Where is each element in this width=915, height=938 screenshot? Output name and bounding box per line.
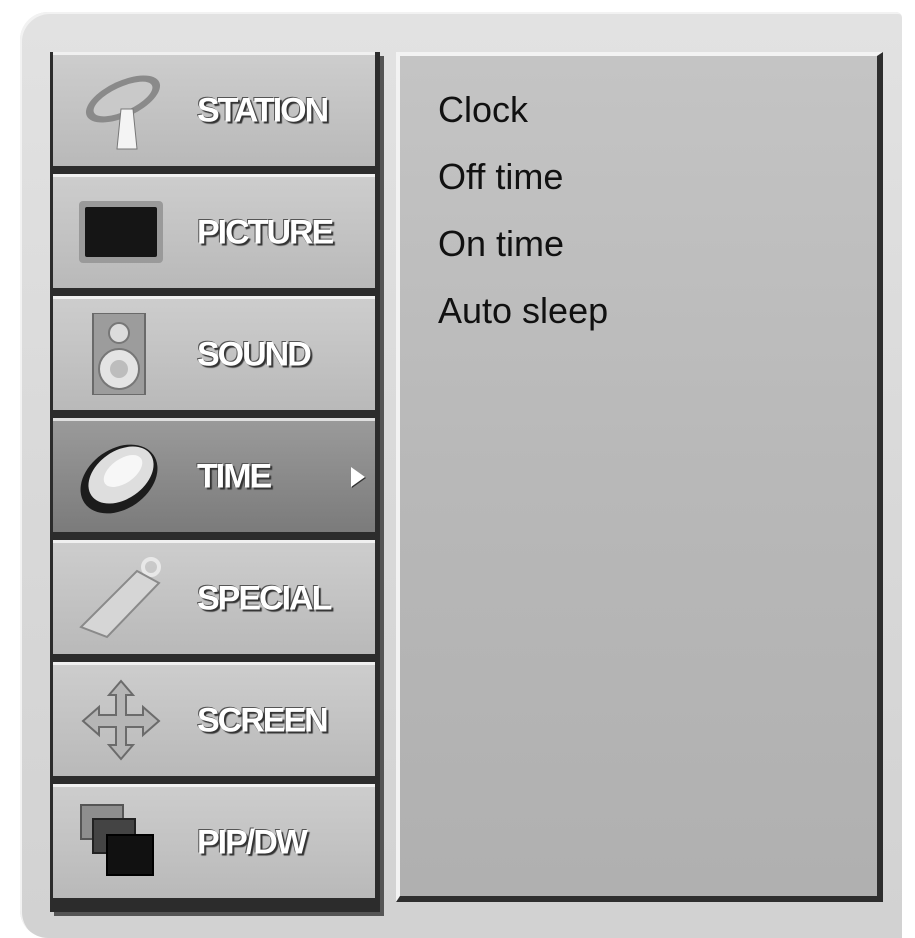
- menu-label-special: SPECIAL: [197, 579, 332, 617]
- menu-item-time[interactable]: TIME: [53, 418, 375, 532]
- submenu-item-on-time[interactable]: On time: [438, 218, 608, 285]
- menu-item-pip-dw[interactable]: PIP/DW: [53, 784, 375, 898]
- menu-item-picture[interactable]: PICTURE: [53, 174, 375, 288]
- menu-item-screen[interactable]: SCREEN: [53, 662, 375, 776]
- clock-icon: [80, 444, 158, 514]
- menu-label-pip-dw: PIP/DW: [197, 823, 308, 861]
- time-submenu-list: Clock Off time On time Auto sleep: [438, 84, 608, 352]
- menu-label-picture: PICTURE: [197, 213, 334, 251]
- menu-item-sound[interactable]: SOUND: [53, 296, 375, 410]
- speaker-icon: [92, 313, 146, 395]
- submenu-item-auto-sleep[interactable]: Auto sleep: [438, 285, 608, 352]
- time-submenu-panel: Clock Off time On time Auto sleep: [396, 52, 883, 902]
- tv-screen-icon: [79, 201, 163, 263]
- submenu-item-clock[interactable]: Clock: [438, 84, 608, 151]
- main-menu: STATION PICTURE SOUND TIME SPECIAL SCREE…: [50, 52, 380, 912]
- satellite-dish-icon: [85, 75, 161, 150]
- tag-icon: [79, 557, 161, 639]
- menu-item-special[interactable]: SPECIAL: [53, 540, 375, 654]
- submenu-arrow-icon: [351, 466, 365, 487]
- osd-menu-frame: STATION PICTURE SOUND TIME SPECIAL SCREE…: [20, 12, 902, 938]
- pip-windows-icon: [80, 804, 154, 876]
- submenu-item-off-time[interactable]: Off time: [438, 151, 608, 218]
- menu-label-screen: SCREEN: [197, 701, 329, 739]
- move-arrows-icon: [81, 679, 161, 761]
- menu-label-station: STATION: [197, 91, 329, 129]
- menu-item-station[interactable]: STATION: [53, 52, 375, 166]
- menu-label-sound: SOUND: [197, 335, 312, 373]
- menu-label-time: TIME: [197, 457, 272, 495]
